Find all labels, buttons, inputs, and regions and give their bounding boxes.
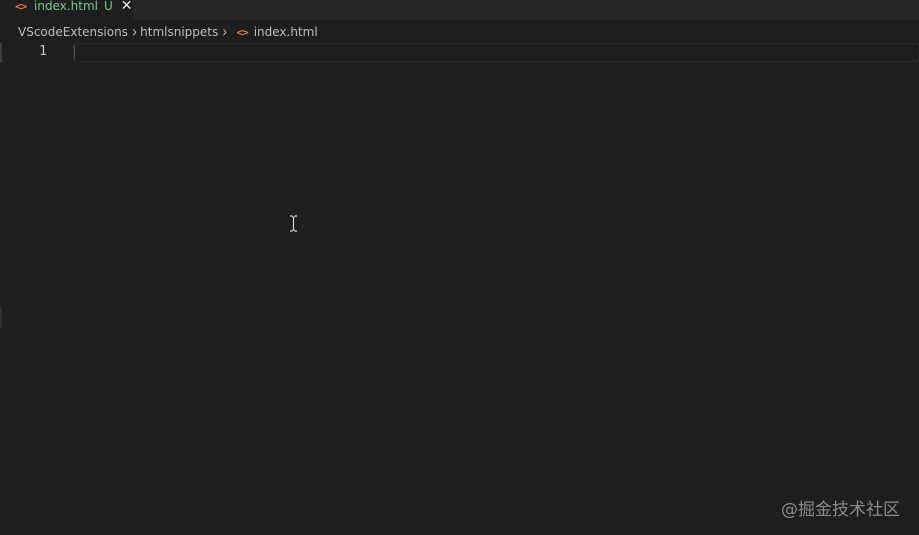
html-file-icon: <>	[236, 25, 248, 39]
text-cursor	[74, 45, 75, 60]
tab-index-html[interactable]: <> index.html U ✕	[0, 0, 133, 20]
line-number: 1	[39, 44, 47, 59]
breadcrumb-item-folder[interactable]: VScodeExtensions	[18, 25, 128, 39]
watermark: @掘金技术社区	[781, 500, 900, 520]
untracked-status-badge: U	[103, 0, 113, 13]
scroll-edge-marker	[0, 307, 2, 328]
mouse-ibeam-icon	[290, 215, 297, 232]
tab-bar: <> index.html U ✕	[0, 0, 919, 20]
breadcrumb-item-subfolder[interactable]: htmlsnippets	[140, 25, 218, 39]
close-icon[interactable]: ✕	[121, 0, 133, 13]
code-editor-window: <> index.html U ✕ VScodeExtensions › htm…	[0, 0, 919, 535]
chevron-right-icon: ›	[131, 22, 138, 42]
chevron-right-icon: ›	[222, 22, 228, 42]
breadcrumb-item-file[interactable]: index.html	[254, 25, 318, 39]
breadcrumb: VScodeExtensions › htmlsnippets › <> ind…	[0, 22, 919, 42]
gutter-marker	[0, 43, 2, 63]
code-line-input[interactable]	[73, 43, 919, 62]
tab-label: index.html	[34, 0, 98, 13]
html-file-icon: <>	[15, 0, 27, 13]
